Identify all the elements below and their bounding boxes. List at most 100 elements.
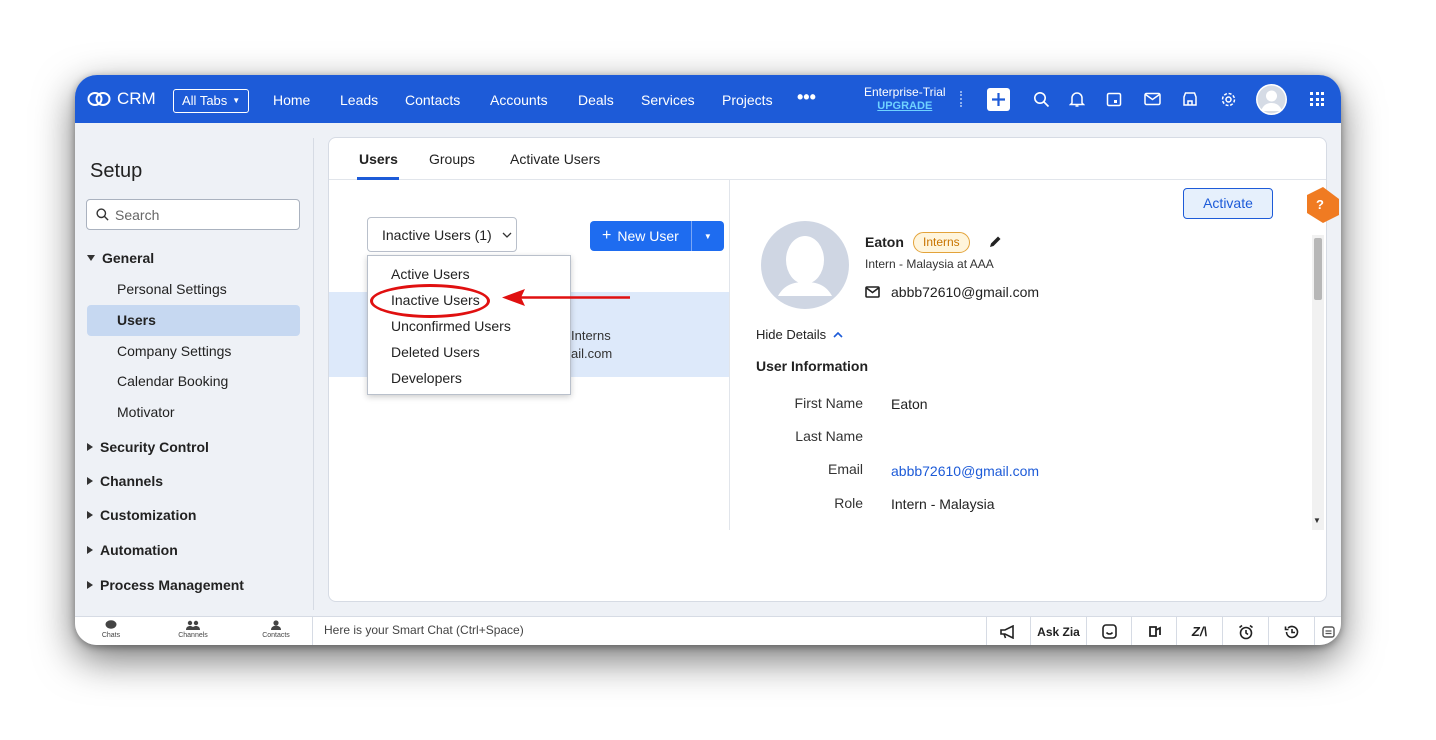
upgrade-link[interactable]: UPGRADE — [864, 99, 946, 113]
sidebar-section-automation[interactable]: Automation — [87, 542, 178, 558]
search-icon[interactable] — [1030, 89, 1052, 109]
users-tabs: Users Groups Activate Users — [329, 138, 1326, 180]
chat-icon — [105, 620, 117, 629]
marketplace-icon[interactable] — [1179, 89, 1201, 109]
sidebar-item-calendar-booking[interactable]: Calendar Booking — [117, 373, 228, 389]
gear-icon[interactable] — [1217, 89, 1239, 109]
sidebar-section-channels[interactable]: Channels — [87, 473, 163, 489]
avatar[interactable] — [1256, 84, 1287, 115]
sidebar-title: Setup — [90, 160, 143, 182]
tab-users[interactable]: Users — [359, 151, 398, 167]
chevron-up-icon — [833, 331, 843, 338]
smart-chat-input[interactable]: Here is your Smart Chat (Ctrl+Space) — [312, 617, 986, 645]
sidebar-section-general[interactable]: General — [87, 250, 154, 266]
user-role-line: Intern - Malaysia at AAA — [865, 257, 994, 271]
row-email-text: ail.com — [571, 346, 613, 361]
nav-deals[interactable]: Deals — [578, 92, 614, 108]
help-label: ? — [1316, 197, 1324, 212]
sidebar-section-security-control[interactable]: Security Control — [87, 439, 209, 455]
history-icon[interactable] — [1268, 617, 1314, 645]
contact-icon — [271, 620, 281, 630]
channels-button[interactable]: Channels — [175, 620, 211, 639]
nav-accounts[interactable]: Accounts — [490, 92, 548, 108]
collapsed-triangle-icon — [87, 511, 93, 519]
mail-icon[interactable] — [1141, 89, 1163, 109]
activate-button[interactable]: Activate — [1183, 188, 1273, 219]
contacts-button[interactable]: Contacts — [258, 620, 294, 639]
signals-icon[interactable] — [1131, 617, 1176, 645]
bottom-bar: Chats Channels Contacts Here is your Sma… — [75, 616, 1341, 645]
user-information-heading: User Information — [756, 358, 869, 374]
all-tabs-button[interactable]: All Tabs ▼ — [173, 89, 250, 113]
sidebar-item-company-settings[interactable]: Company Settings — [117, 343, 231, 359]
nav-services[interactable]: Services — [641, 92, 695, 108]
sidebar-search[interactable] — [86, 199, 300, 230]
user-avatar — [761, 221, 849, 309]
crm-logo-icon — [87, 92, 111, 106]
section-label: Customization — [100, 507, 197, 523]
nav-leads[interactable]: Leads — [340, 92, 378, 108]
status-dropdown-menu: Active Users Inactive Users Unconfirmed … — [367, 255, 571, 395]
option-developers[interactable]: Developers — [391, 370, 462, 386]
more-tabs-icon[interactable]: ••• — [797, 87, 816, 108]
nav-contacts[interactable]: Contacts — [405, 92, 460, 108]
section-label: Process Management — [100, 577, 244, 593]
sidebar-item-users[interactable]: Users — [117, 312, 156, 328]
option-active-users[interactable]: Active Users — [391, 266, 470, 282]
all-tabs-label: All Tabs — [182, 93, 228, 108]
field-label-email: Email — [827, 461, 863, 477]
setup-sidebar: Setup General Personal Settings Users Co… — [75, 138, 314, 610]
field-value-first-name: Eaton — [891, 396, 928, 412]
sidebar-section-process-management[interactable]: Process Management — [87, 577, 244, 593]
crm-logo[interactable]: CRM — [87, 89, 156, 109]
hide-details-toggle[interactable]: Hide Details — [756, 327, 843, 342]
option-deleted-users[interactable]: Deleted Users — [391, 344, 480, 360]
collapsed-triangle-icon — [87, 443, 93, 451]
sidebar-section-customization[interactable]: Customization — [87, 507, 196, 523]
collapsed-triangle-icon — [87, 546, 93, 554]
ask-zia-button[interactable]: Ask Zia — [1030, 617, 1086, 645]
scroll-down-icon[interactable]: ▼ — [1313, 516, 1321, 525]
calendar-icon[interactable] — [1103, 89, 1125, 109]
plus-icon[interactable] — [987, 88, 1010, 111]
user-status-filter[interactable]: Inactive Users (1) — [367, 217, 517, 252]
search-input[interactable] — [115, 206, 285, 223]
bell-icon[interactable] — [1066, 89, 1088, 109]
field-value-email[interactable]: abbb72610@gmail.com — [891, 463, 1039, 479]
field-label-role: Role — [834, 495, 863, 511]
option-unconfirmed-users[interactable]: Unconfirmed Users — [391, 318, 511, 334]
chats-button[interactable]: Chats — [93, 620, 129, 639]
sidebar-item-motivator[interactable]: Motivator — [117, 404, 175, 420]
section-label: Channels — [100, 473, 164, 489]
announcement-icon[interactable] — [986, 617, 1030, 645]
scrollbar-thumb[interactable] — [1314, 238, 1322, 300]
nav-home[interactable]: Home — [273, 92, 310, 108]
hide-details-label: Hide Details — [756, 327, 827, 342]
plan-info: Enterprise-Trial UPGRADE — [864, 85, 946, 113]
zia-logo-icon[interactable]: Z/\ — [1176, 617, 1222, 645]
tab-activate-users[interactable]: Activate Users — [510, 151, 600, 167]
plan-name: Enterprise-Trial — [864, 85, 946, 99]
notes-icon[interactable] — [1314, 617, 1341, 645]
zia-icon[interactable] — [1086, 617, 1131, 645]
sidebar-item-personal-settings[interactable]: Personal Settings — [117, 281, 227, 297]
section-label: Automation — [100, 542, 178, 558]
user-email: abbb72610@gmail.com — [891, 284, 1040, 300]
plus-icon: + — [602, 227, 612, 244]
tab-groups[interactable]: Groups — [429, 151, 475, 167]
caret-down-icon: ▼ — [232, 96, 241, 105]
new-user-button[interactable]: + New User — [590, 221, 692, 251]
edit-icon[interactable] — [988, 235, 1002, 249]
help-tab[interactable]: ? — [1303, 185, 1341, 225]
nav-projects[interactable]: Projects — [722, 92, 773, 108]
status-filter-value: Inactive Users (1) — [382, 226, 492, 243]
chevron-down-icon — [502, 232, 512, 238]
apps-grid-icon[interactable] — [1310, 92, 1324, 106]
caret-down-icon: ▼ — [703, 231, 712, 241]
field-label-last-name: Last Name — [795, 428, 863, 444]
expanded-triangle-icon — [87, 255, 95, 261]
alarm-icon[interactable] — [1222, 617, 1268, 645]
app-window: CRM All Tabs ▼ Home Leads Contacts Accou… — [75, 75, 1341, 645]
section-label: General — [102, 250, 155, 266]
new-user-options-button[interactable]: ▼ — [691, 221, 724, 251]
